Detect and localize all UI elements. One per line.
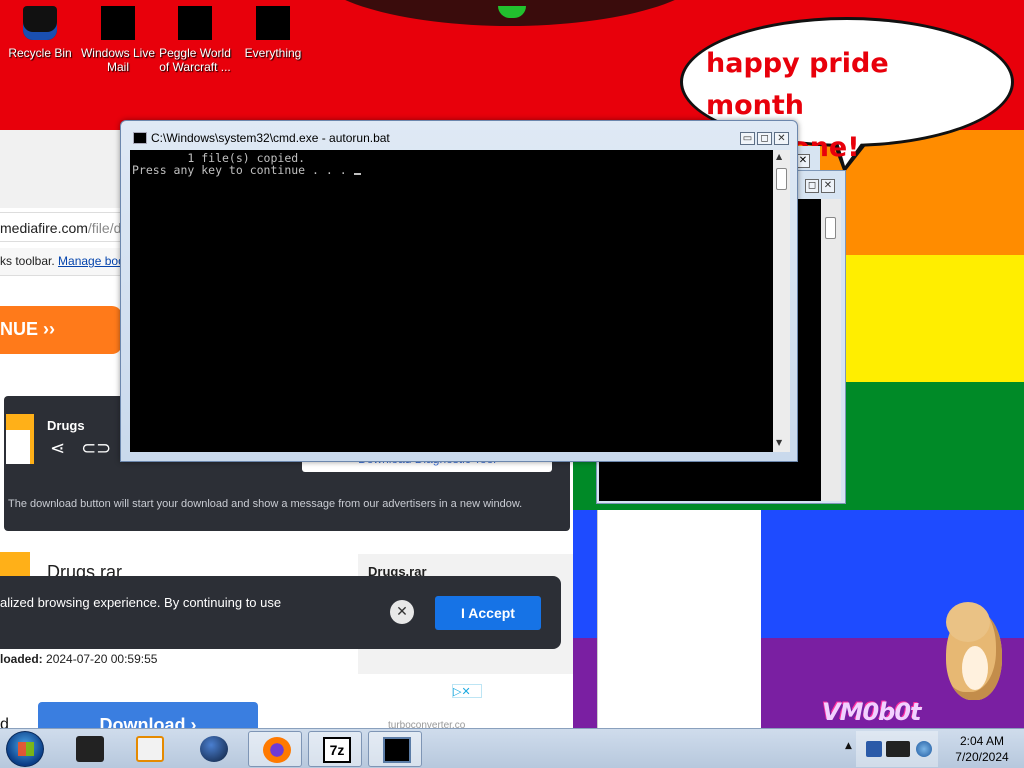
7zip-icon: 7z — [323, 737, 351, 763]
taskbar-cmd[interactable] — [368, 731, 422, 767]
zip-icon — [6, 430, 30, 464]
mail-icon — [101, 6, 135, 40]
firefox-icon — [263, 737, 291, 763]
cookie-banner: alized browsing experience. By continuin… — [0, 576, 561, 649]
console-screen[interactable]: 1 file(s) copied. Press any key to conti… — [130, 150, 773, 452]
scrollbar[interactable]: ▲ ▼ — [773, 150, 790, 452]
share-icon[interactable]: ⋖ — [50, 438, 65, 459]
taskbar-7zip[interactable]: 7z — [308, 731, 362, 767]
tray-app-icon[interactable] — [866, 741, 882, 757]
minimize-icon[interactable]: ▭ — [740, 132, 755, 145]
continue-button[interactable]: NUE ›› — [0, 306, 122, 354]
show-hidden-icons-button[interactable]: ▲ — [845, 741, 852, 751]
accept-cookies-button[interactable]: I Accept — [435, 596, 541, 630]
download-button[interactable]: Download › — [38, 702, 258, 728]
cookie-close-button[interactable]: ✕ — [390, 600, 414, 624]
hamster-head — [946, 602, 990, 642]
taskbar: 7z ▲ 2:04 AM 7/20/2024 — [0, 728, 1024, 768]
manage-bookmarks-link[interactable]: Manage boo — [58, 254, 125, 268]
windows-logo-icon — [18, 742, 34, 756]
bookmarks-text: ks toolbar. — [0, 254, 59, 268]
volume-icon[interactable] — [916, 741, 932, 757]
window-title: C:\Windows\system32\cmd.exe - autorun.ba… — [151, 131, 390, 145]
ad-url: turboconverter.co — [388, 720, 466, 728]
download-note: The download button will start your down… — [8, 498, 523, 510]
scrollbar-thumb[interactable] — [825, 217, 836, 239]
close-icon[interactable]: ✕ — [821, 179, 835, 193]
clock-time: 2:04 AM — [959, 734, 1005, 748]
desktop-icon-everything[interactable]: Everything — [233, 2, 313, 60]
upload-value: 2024-07-20 00:59:55 — [46, 652, 158, 666]
bubble-line-1: happy pride month — [706, 48, 889, 121]
scroll-down-icon[interactable]: ▼ — [776, 438, 782, 447]
console-line-2-text: Press any key to continue . . . — [132, 163, 354, 177]
hamster-belly — [962, 646, 988, 690]
desktop-icon-label: Windows Live Mail — [80, 46, 156, 74]
maximize-icon[interactable]: ◻ — [805, 179, 819, 193]
close-icon[interactable]: ✕ — [796, 154, 810, 168]
scrollbar-thumb[interactable] — [776, 168, 787, 190]
upload-date: loaded: 2024-07-20 00:59:55 — [0, 652, 157, 666]
taskbar-explorer[interactable] — [62, 731, 116, 767]
console-line-2: Press any key to continue . . . — [132, 163, 361, 177]
cookie-text: alized browsing experience. By continuin… — [0, 595, 282, 610]
upload-label: loaded: — [0, 652, 43, 666]
url-host: mediafire.com — [0, 220, 88, 236]
truncated-text: d — [0, 716, 9, 728]
recycle-bin-icon — [23, 6, 57, 40]
hamster-art: VM0b0t — [770, 510, 1024, 728]
scrollbar[interactable] — [821, 199, 841, 501]
taskbar-firefox[interactable] — [248, 731, 302, 767]
desktop-icon-label: Peggle World of Warcraft ... — [159, 46, 231, 74]
file-actions: ⋖ ⊂⊃ — [50, 438, 127, 459]
explorer-icon — [76, 736, 104, 762]
scroll-up-icon[interactable]: ▲ — [776, 152, 782, 161]
white-panel — [597, 510, 761, 728]
close-icon[interactable]: ✕ — [774, 132, 789, 145]
taskbar-network-app[interactable] — [186, 731, 240, 767]
notification-area — [856, 731, 938, 767]
media-player-icon — [136, 736, 164, 762]
clock-date: 7/20/2024 — [955, 750, 1009, 764]
desktop-icon-label: Recycle Bin — [8, 46, 72, 60]
everything-search-icon — [256, 6, 290, 40]
desktop-icon-windows-live-mail[interactable]: Windows Live Mail — [78, 2, 158, 74]
start-button[interactable] — [6, 731, 44, 767]
file-icon-2 — [0, 552, 30, 576]
system-clock[interactable]: 2:04 AM 7/20/2024 — [940, 733, 1024, 765]
taskbar-media-player[interactable] — [122, 731, 176, 767]
link-icon[interactable]: ⊂⊃ — [81, 438, 111, 459]
text-cursor — [353, 173, 361, 175]
desktop-icon-recycle-bin[interactable]: Recycle Bin — [0, 2, 80, 60]
peggle-icon — [178, 6, 212, 40]
desktop-icon-label: Everything — [244, 46, 302, 60]
cmd-window[interactable]: C:\Windows\system32\cmd.exe - autorun.ba… — [120, 120, 798, 462]
ad-choices-icon[interactable]: ▷✕ — [452, 684, 482, 698]
maximize-icon[interactable]: ◻ — [757, 132, 772, 145]
file-name: Drugs — [47, 418, 85, 433]
desktop-icon-peggle[interactable]: Peggle World of Warcraft ... — [155, 2, 235, 74]
globe-icon — [200, 736, 228, 762]
cmd-icon — [133, 132, 147, 144]
network-icon[interactable] — [886, 741, 910, 757]
cmd-icon — [383, 737, 411, 763]
url-path: /file/d — [87, 220, 122, 236]
vm-logo: VM0b0t — [822, 698, 922, 726]
